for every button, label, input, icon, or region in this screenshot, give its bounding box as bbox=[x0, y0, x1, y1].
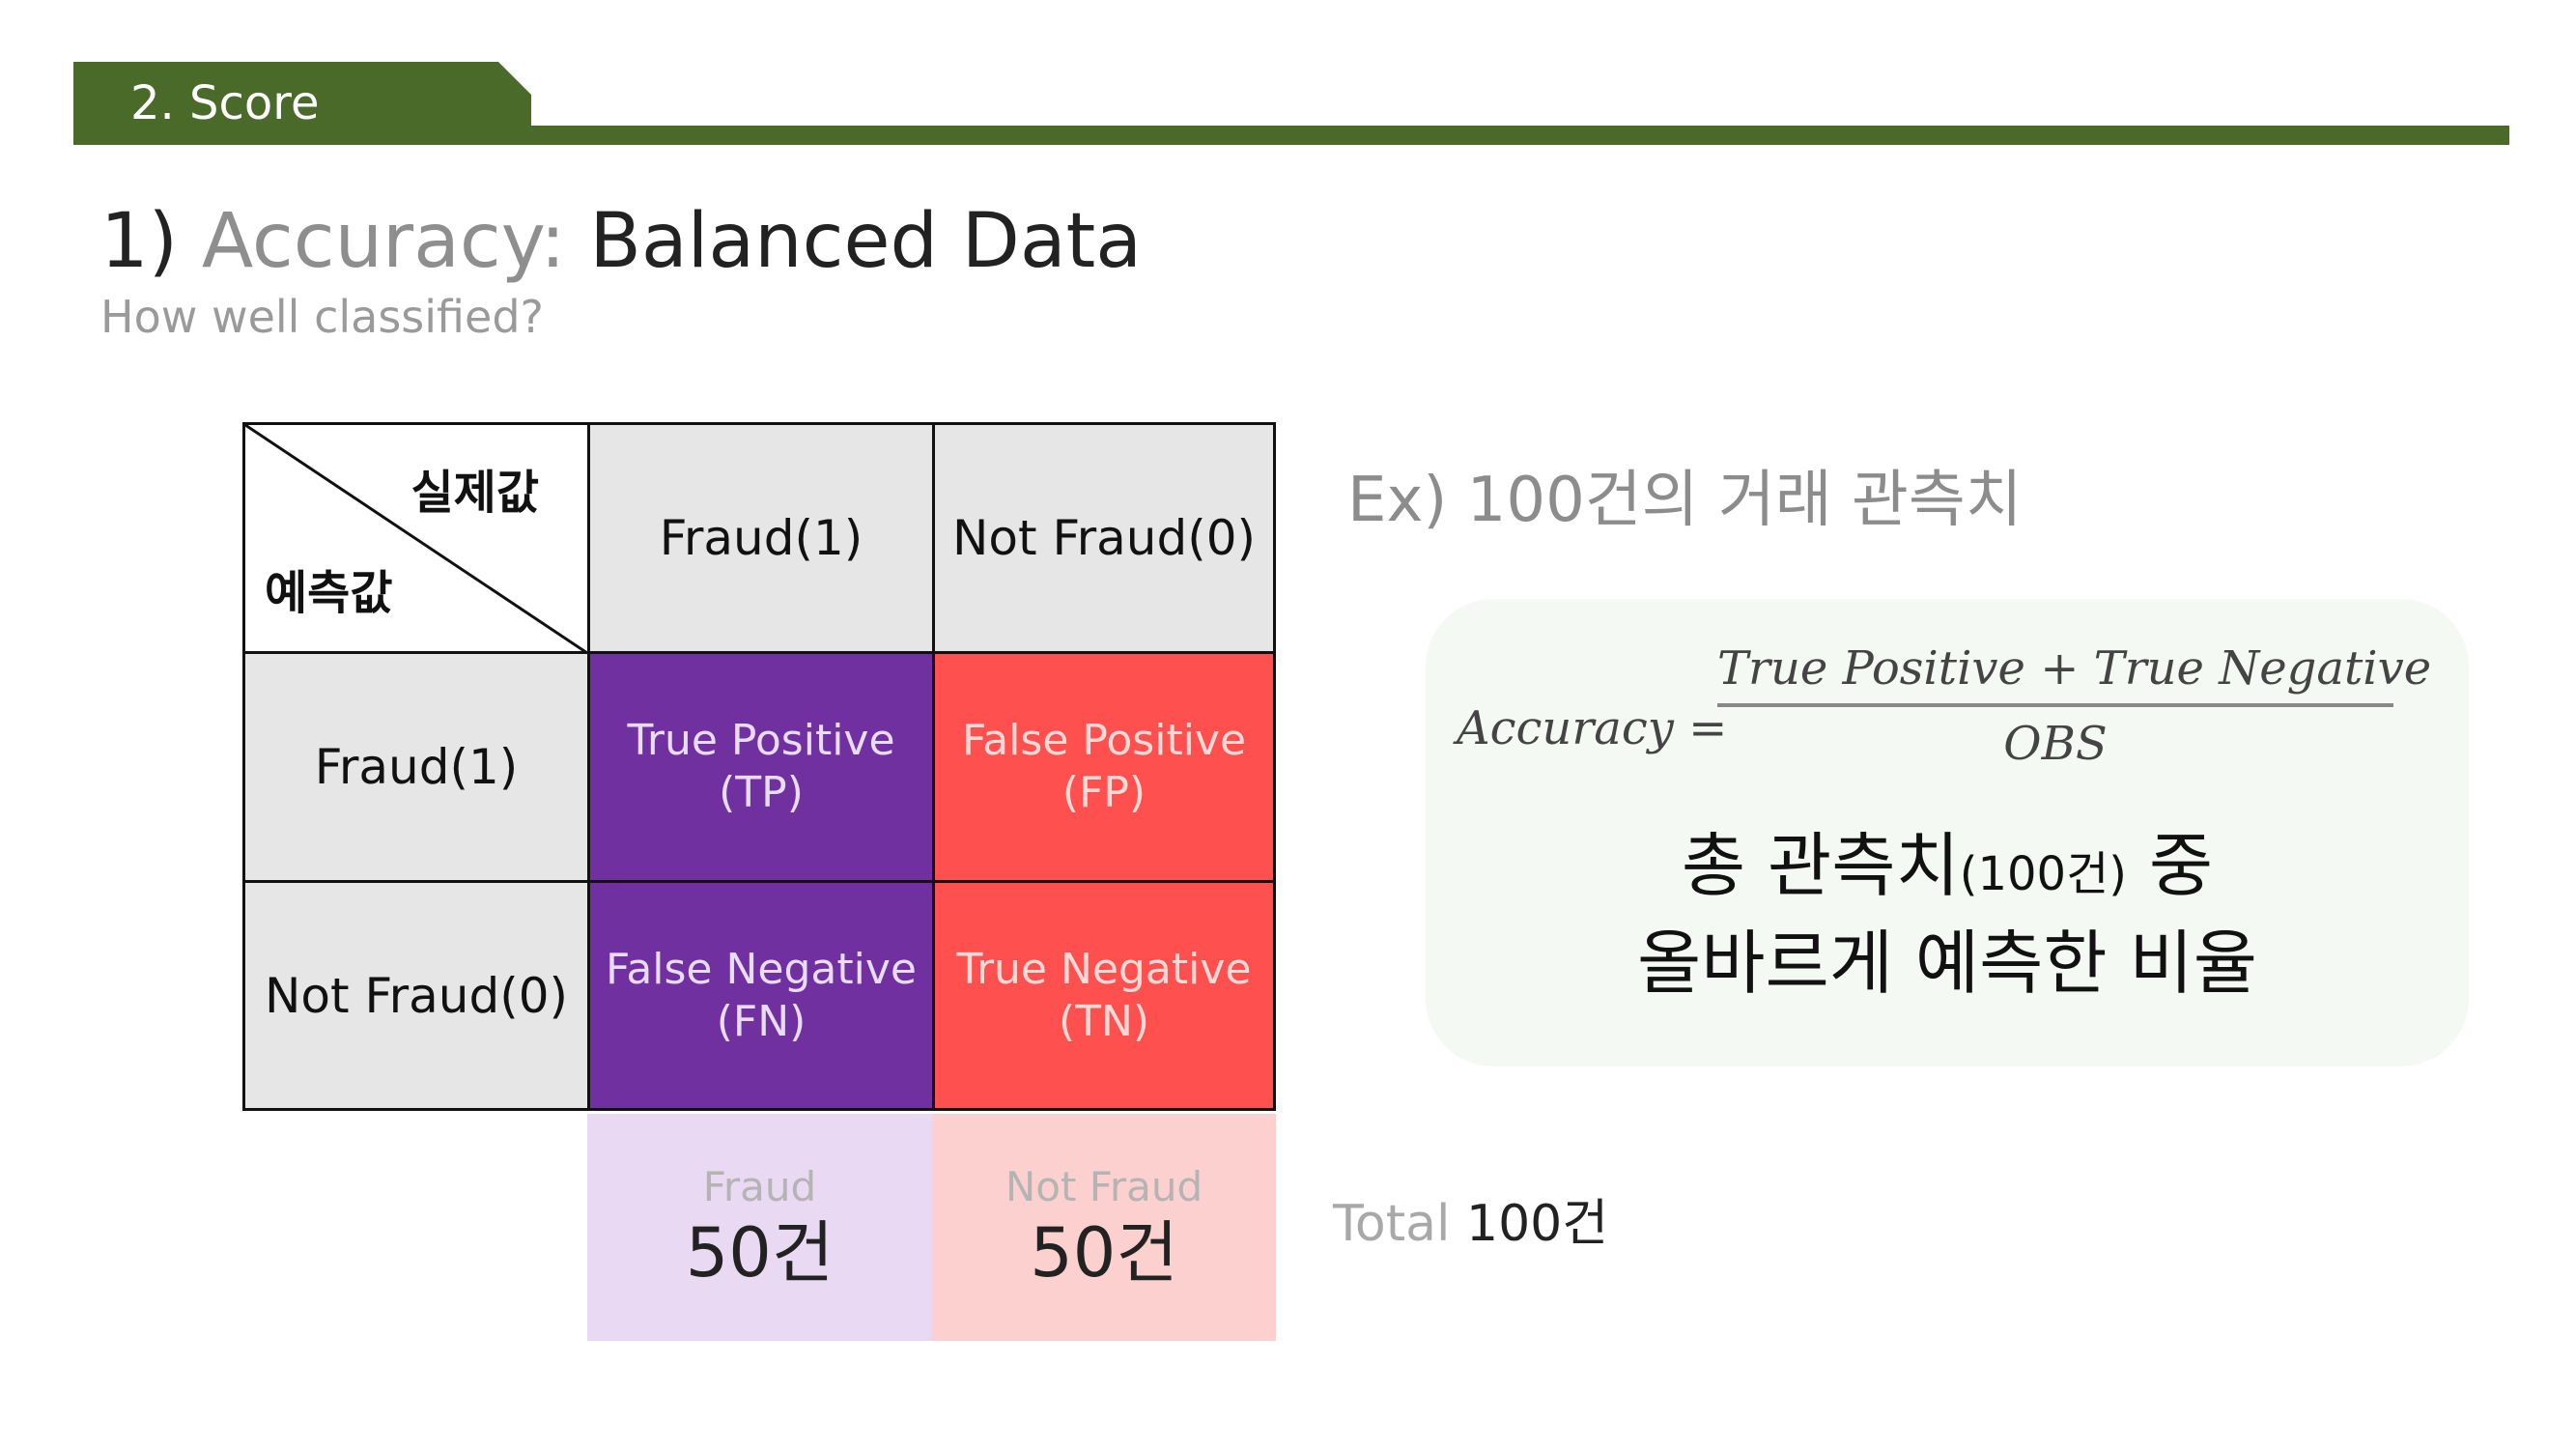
row-header-label: Not Fraud(0) bbox=[264, 967, 569, 1024]
formula-denominator: OBS bbox=[2003, 717, 2108, 771]
formula-lhs: Accuracy = bbox=[1457, 701, 1728, 755]
description-line-1-b: 중 bbox=[2126, 825, 2214, 906]
cell-title: False Negative bbox=[606, 944, 917, 994]
example-heading: Ex) 100건의 거래 관측치 bbox=[1347, 465, 2023, 536]
total-note-value: 100건 bbox=[1465, 1195, 1609, 1253]
formula-box: Accuracy = True Positive + True Negative… bbox=[1426, 599, 2469, 1066]
total-fraud: Fraud 50건 bbox=[587, 1114, 932, 1341]
fraction-bar bbox=[1717, 703, 2393, 707]
page-subtitle: How well classified? bbox=[100, 291, 544, 343]
total-note: Total 100건 bbox=[1333, 1190, 1608, 1258]
total-fraud-label: Fraud bbox=[702, 1162, 817, 1210]
title-rest: Balanced Data bbox=[589, 198, 1143, 285]
column-header-fraud: Fraud(1) bbox=[587, 422, 935, 654]
cell-false-negative: False Negative (FN) bbox=[587, 880, 935, 1111]
cell-abbr: (TN) bbox=[1058, 996, 1150, 1046]
total-not-fraud: Not Fraud 50건 bbox=[932, 1114, 1276, 1341]
cell-title: True Negative bbox=[956, 944, 1252, 994]
total-fraud-value: 50건 bbox=[685, 1212, 835, 1293]
column-header-label: Not Fraud(0) bbox=[951, 510, 1257, 566]
cell-true-positive: True Positive (TP) bbox=[587, 651, 935, 883]
formula-numerator: True Positive + True Negative bbox=[1717, 641, 2432, 696]
page-title: 1) Accuracy: Balanced Data bbox=[100, 193, 1142, 290]
total-not-fraud-label: Not Fraud bbox=[1005, 1162, 1203, 1210]
description-line-1: 총 관측치(100건) 중 bbox=[1426, 821, 2469, 919]
cell-abbr: (FN) bbox=[716, 996, 807, 1046]
accuracy-formula: Accuracy = True Positive + True Negative… bbox=[1457, 638, 2451, 821]
section-label: 2. Score bbox=[130, 76, 320, 130]
matrix-corner: 실제값 예측값 bbox=[242, 422, 593, 657]
corner-predicted-label: 예측값 bbox=[265, 566, 393, 620]
formula-description: 총 관측치(100건) 중 올바르게 예측한 비율 bbox=[1426, 821, 2469, 1008]
row-header-label: Fraud(1) bbox=[314, 739, 519, 795]
total-not-fraud-value: 50건 bbox=[1030, 1212, 1178, 1293]
description-line-1-small: (100건) bbox=[1959, 847, 2127, 901]
description-line-1-a: 총 관측치 bbox=[1681, 825, 1960, 906]
cell-title: True Positive bbox=[627, 716, 895, 765]
total-note-label: Total bbox=[1333, 1195, 1451, 1253]
confusion-matrix: 실제값 예측값 Fraud(1) Not Fraud(0) Fraud(1) N… bbox=[242, 422, 1276, 1111]
cell-true-negative: True Negative (TN) bbox=[932, 880, 1276, 1111]
title-number: 1) bbox=[100, 198, 179, 285]
column-header-not-fraud: Not Fraud(0) bbox=[932, 422, 1276, 654]
cell-false-positive: False Positive (FP) bbox=[932, 651, 1276, 883]
row-header-not-fraud: Not Fraud(0) bbox=[242, 880, 590, 1111]
cell-abbr: (FP) bbox=[1062, 768, 1146, 817]
cell-title: False Positive bbox=[961, 716, 1247, 765]
formula-fraction: True Positive + True Negative OBS bbox=[1717, 638, 2432, 773]
cell-abbr: (TP) bbox=[719, 768, 804, 817]
row-header-fraud: Fraud(1) bbox=[242, 651, 590, 883]
corner-actual-label: 실제값 bbox=[410, 466, 539, 520]
description-line-2: 올바르게 예측한 비율 bbox=[1637, 923, 2257, 1004]
column-header-label: Fraud(1) bbox=[659, 510, 863, 566]
title-accent: Accuracy: bbox=[201, 198, 566, 285]
